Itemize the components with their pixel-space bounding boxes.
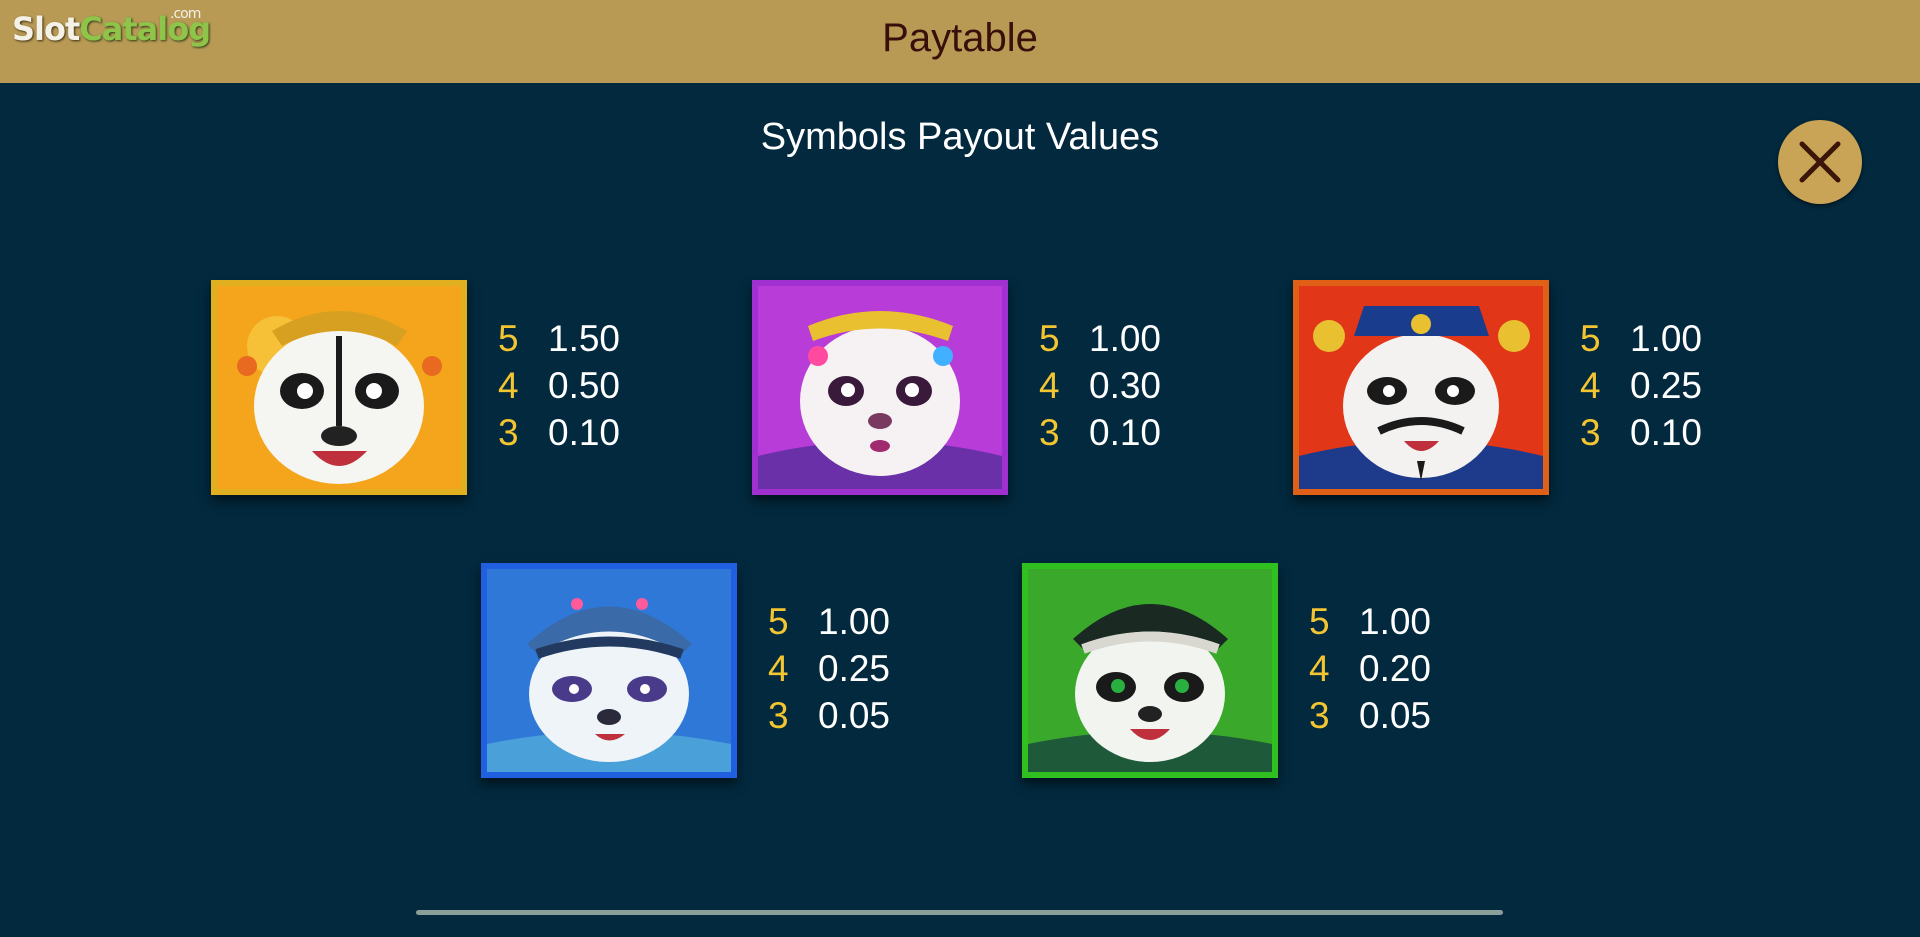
close-icon [1799, 141, 1841, 183]
payout-row: 5 1.00 [1039, 318, 1199, 365]
symbol-card-official-panda [1293, 280, 1549, 495]
payout-count: 3 [498, 412, 519, 453]
payout-row: 5 1.00 [1309, 601, 1469, 648]
payout-amount: 1.00 [1630, 318, 1703, 359]
payout-count: 4 [498, 365, 519, 406]
payout-count: 4 [1580, 365, 1601, 406]
warrior-panda-icon [487, 569, 731, 772]
payout-row: 3 0.05 [768, 695, 928, 742]
payout-amount: 0.20 [1359, 648, 1432, 689]
payout-amount: 0.05 [1359, 695, 1432, 736]
payout-list-princess-panda: 5 1.00 4 0.30 3 0.10 [1039, 318, 1199, 459]
payout-count: 4 [1309, 648, 1330, 689]
general-panda-icon [1028, 569, 1272, 772]
payout-count: 3 [1580, 412, 1601, 453]
page-scrollbar[interactable] [416, 910, 1503, 915]
payout-row: 3 0.10 [498, 412, 658, 459]
payout-amount: 0.10 [548, 412, 621, 453]
payout-count: 3 [768, 695, 789, 736]
payout-amount: 0.30 [1089, 365, 1162, 406]
payout-amount: 0.25 [1630, 365, 1703, 406]
payout-count: 5 [1580, 318, 1601, 359]
payout-row: 4 0.25 [1580, 365, 1740, 412]
payout-row: 4 0.25 [768, 648, 928, 695]
payout-list-warrior-panda: 5 1.00 4 0.25 3 0.05 [768, 601, 928, 742]
princess-panda-icon [758, 286, 1002, 489]
payout-list-general-panda: 5 1.00 4 0.20 3 0.05 [1309, 601, 1469, 742]
close-button[interactable] [1778, 120, 1862, 204]
payout-count: 5 [1309, 601, 1330, 642]
payout-count: 4 [1039, 365, 1060, 406]
payout-amount: 0.10 [1630, 412, 1703, 453]
payout-count: 5 [1039, 318, 1060, 359]
payout-amount: 0.10 [1089, 412, 1162, 453]
payout-row: 4 0.20 [1309, 648, 1469, 695]
payout-amount: 1.00 [1089, 318, 1162, 359]
payout-amount: 0.25 [818, 648, 891, 689]
symbol-card-general-panda [1022, 563, 1278, 778]
section-title: Symbols Payout Values [760, 116, 1160, 158]
header-bar: SlotCatalog .com Paytable [0, 0, 1920, 83]
payout-amount: 0.50 [548, 365, 621, 406]
payout-row: 5 1.00 [1580, 318, 1740, 365]
payout-count: 4 [768, 648, 789, 689]
payout-list-official-panda: 5 1.00 4 0.25 3 0.10 [1580, 318, 1740, 459]
symbol-card-opera-panda [211, 280, 467, 495]
payout-row: 3 0.10 [1039, 412, 1199, 459]
payout-row: 5 1.50 [498, 318, 658, 365]
payout-amount: 1.50 [548, 318, 621, 359]
payout-count: 3 [1309, 695, 1330, 736]
payout-count: 5 [768, 601, 789, 642]
payout-count: 5 [498, 318, 519, 359]
opera-panda-icon [217, 286, 461, 489]
payout-amount: 1.00 [818, 601, 891, 642]
payout-amount: 0.05 [818, 695, 891, 736]
payout-row: 3 0.10 [1580, 412, 1740, 459]
payout-list-opera-panda: 5 1.50 4 0.50 3 0.10 [498, 318, 658, 459]
page-title: Paytable [882, 16, 1038, 60]
payout-row: 4 0.50 [498, 365, 658, 412]
payout-row: 5 1.00 [768, 601, 928, 648]
official-panda-icon [1299, 286, 1543, 489]
payout-row: 4 0.30 [1039, 365, 1199, 412]
symbol-card-princess-panda [752, 280, 1008, 495]
payout-row: 3 0.05 [1309, 695, 1469, 742]
symbol-card-warrior-panda [481, 563, 737, 778]
payout-amount: 1.00 [1359, 601, 1432, 642]
payout-count: 3 [1039, 412, 1060, 453]
